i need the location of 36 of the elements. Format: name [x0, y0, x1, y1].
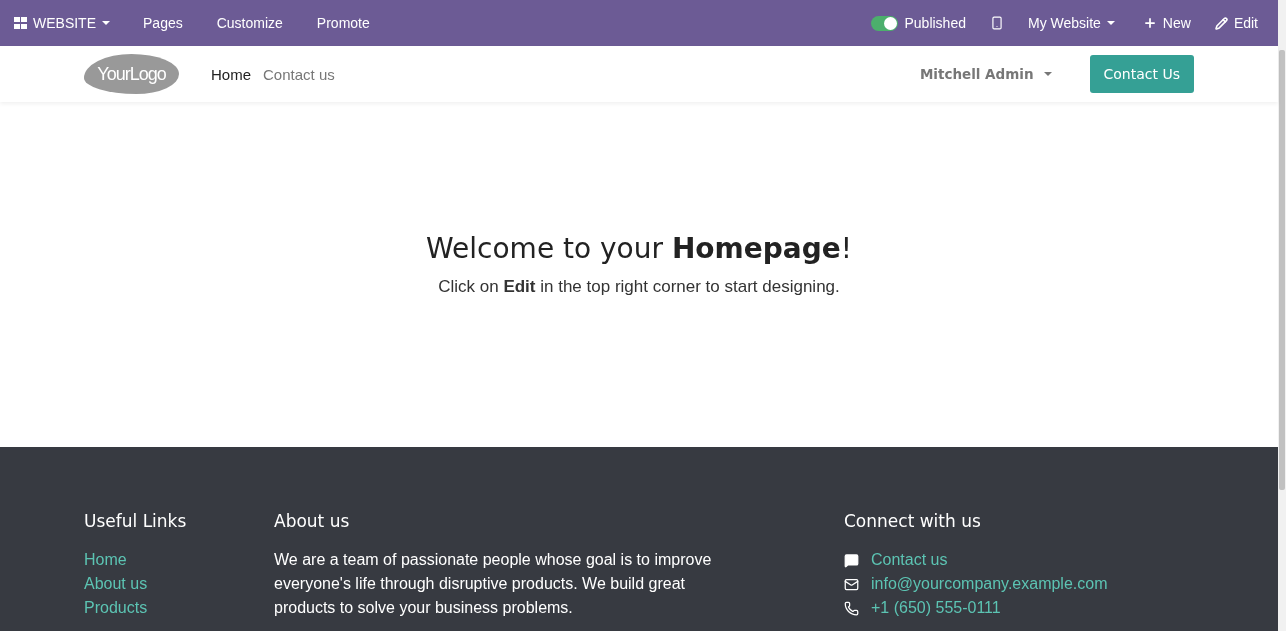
scrollbar[interactable]	[1278, 0, 1286, 631]
publish-toggle[interactable]: Published	[855, 0, 982, 46]
footer-heading: Connect with us	[844, 511, 982, 531]
footer-link[interactable]: Home	[84, 548, 274, 572]
grid-icon	[14, 17, 27, 29]
envelope-icon	[844, 576, 859, 592]
footer-heading: About us	[274, 511, 351, 531]
speech-bubble-icon	[844, 552, 859, 568]
new-button[interactable]: New	[1130, 0, 1203, 46]
contact-us-button[interactable]: Contact Us	[1089, 55, 1194, 93]
menu-item[interactable]: Pages	[126, 0, 200, 46]
about-text: We are a team of passionate people whose goal is to improve everyone's life through disruptive products. We build great products to solve your business problems.	[274, 550, 713, 618]
logo[interactable]: YourLogo	[84, 54, 179, 94]
plus-icon	[1142, 16, 1157, 30]
contact-link[interactable]: info@yourcompany.example.com	[871, 572, 1108, 596]
nav-link[interactable]: Home	[211, 65, 251, 83]
contact-link[interactable]: +1 (650) 555-0111	[871, 596, 1001, 620]
footer-link[interactable]: About us	[84, 572, 274, 596]
nav-link[interactable]: Contact us	[263, 65, 335, 83]
caret-icon	[1106, 21, 1115, 25]
footer-heading: Useful Links	[84, 511, 188, 531]
menu-item[interactable]: Promote	[299, 0, 387, 46]
hero-subtitle: Click on Edit in the top right corner to start designing.	[438, 277, 840, 297]
website-menu[interactable]: My Website	[1012, 0, 1131, 46]
footer-link[interactable]: Products	[84, 596, 274, 620]
phone-icon	[844, 600, 859, 616]
phone-icon	[990, 16, 1004, 30]
menu-item[interactable]: Customize	[199, 0, 300, 46]
app-menu[interactable]: WEBSITE	[14, 0, 126, 46]
user-menu[interactable]: Mitchell Admin	[913, 65, 1058, 83]
caret-icon	[1043, 72, 1052, 76]
contact-link[interactable]: Contact us	[871, 548, 948, 572]
edit-button[interactable]: Edit	[1202, 0, 1270, 46]
caret-icon	[102, 21, 110, 25]
pencil-icon	[1214, 16, 1228, 30]
hero-title: Welcome to your Homepage!	[426, 232, 852, 265]
